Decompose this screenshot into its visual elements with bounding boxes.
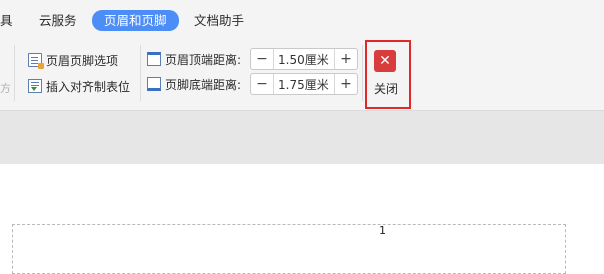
- ribbon-tab-bar: 具 云服务 页眉和页脚 文档助手: [0, 0, 604, 40]
- page-number: 1: [379, 224, 386, 237]
- close-icon: ✕: [379, 53, 391, 69]
- header-top-distance-label: 页眉顶端距离:: [165, 52, 242, 67]
- align-tab-icon: [28, 79, 42, 93]
- insert-align-tab-button[interactable]: 插入对齐制表位: [28, 76, 130, 96]
- footer-bottom-distance-value[interactable]: 1.75厘米: [274, 76, 334, 93]
- truncated-command-label: 方: [0, 82, 11, 95]
- tab-document-assistant[interactable]: 文档助手: [194, 11, 244, 31]
- tab-header-footer[interactable]: 页眉和页脚: [92, 10, 179, 31]
- close-button[interactable]: ✕: [374, 50, 396, 72]
- decrement-button[interactable]: −: [251, 49, 274, 69]
- tab-tools-partial[interactable]: 具: [0, 11, 13, 31]
- header-top-distance-value[interactable]: 1.50厘米: [274, 51, 334, 68]
- header-footer-options-label: 页眉页脚选项: [46, 53, 119, 68]
- close-label[interactable]: 关闭: [374, 80, 398, 97]
- header-top-distance-label-group: 页眉顶端距离:: [147, 49, 241, 69]
- increment-button[interactable]: +: [334, 49, 357, 69]
- ribbon-divider: [140, 45, 141, 101]
- decrement-button[interactable]: −: [251, 74, 274, 94]
- header-region[interactable]: [12, 224, 566, 274]
- tab-cloud-service[interactable]: 云服务: [39, 11, 77, 31]
- document-gutter: [0, 110, 604, 164]
- footer-bottom-distance-label: 页脚底端距离:: [165, 77, 242, 92]
- header-top-icon: [147, 52, 161, 66]
- header-top-distance-stepper[interactable]: − 1.50厘米 +: [250, 48, 358, 70]
- footer-bottom-icon: [147, 77, 161, 91]
- ribbon-divider: [362, 45, 363, 101]
- increment-button[interactable]: +: [334, 74, 357, 94]
- ribbon-divider: [14, 45, 15, 101]
- footer-bottom-distance-stepper[interactable]: − 1.75厘米 +: [250, 73, 358, 95]
- insert-align-tab-label: 插入对齐制表位: [46, 79, 131, 94]
- header-footer-options-button[interactable]: 页眉页脚选项: [28, 50, 118, 70]
- header-footer-options-icon: [28, 53, 44, 69]
- footer-bottom-distance-label-group: 页脚底端距离:: [147, 74, 241, 94]
